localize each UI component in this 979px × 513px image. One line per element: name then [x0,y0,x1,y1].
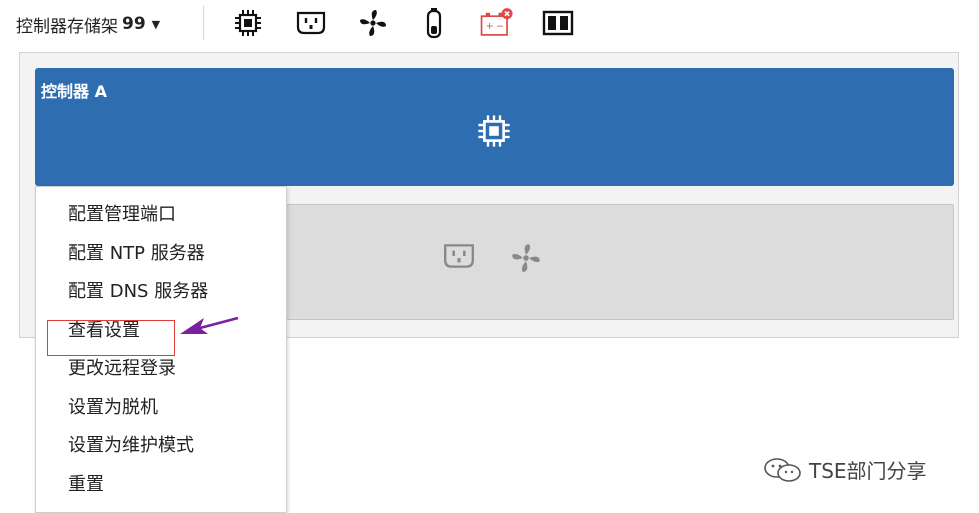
fan-icon[interactable] [356,6,390,40]
menu-item-set-maintenance-mode[interactable]: 设置为维护模式 [68,431,194,461]
watermark-text: TSE部门分享 [809,459,927,483]
annotation-arrow-icon [180,316,239,334]
menu-item-configure-ntp[interactable]: 配置 NTP 服务器 [68,239,205,269]
shelf-label: 控制器存储架 [16,16,118,37]
controller-a-title: 控制器 A [41,82,107,101]
menu-item-change-remote-login[interactable]: 更改远程登录 [68,354,176,384]
menu-item-set-offline[interactable]: 设置为脱机 [68,393,158,423]
watermark: TSE部门分享 [763,455,927,484]
fan-icon [509,241,543,275]
wechat-icon [764,457,801,482]
shelf-number: 99 [122,14,146,34]
battery-error-icon[interactable]: + − [479,6,513,40]
svg-text:−: − [496,21,504,32]
power-outlet-icon [442,241,476,275]
chip-icon[interactable] [231,6,265,40]
dual-panel-icon[interactable] [541,6,575,40]
controller-b-card[interactable] [286,204,954,320]
shelf-selector-dropdown[interactable]: 控制器存储架 99 ▼ [16,12,161,37]
menu-item-reset[interactable]: 重置 [68,470,104,500]
svg-text:+: + [486,21,494,32]
controller-a-card[interactable]: 控制器 A [35,68,954,186]
toolbar-divider [203,6,204,40]
chip-icon [476,113,512,149]
battery-tube-icon[interactable] [417,6,451,40]
caret-down-icon: ▼ [151,17,161,31]
menu-item-configure-management-port[interactable]: 配置管理端口 [68,200,176,230]
power-outlet-icon[interactable] [294,6,328,40]
highlight-box [47,320,175,356]
toolbar: 控制器存储架 99 ▼ + − [0,0,979,48]
menu-item-configure-dns[interactable]: 配置 DNS 服务器 [68,277,208,307]
